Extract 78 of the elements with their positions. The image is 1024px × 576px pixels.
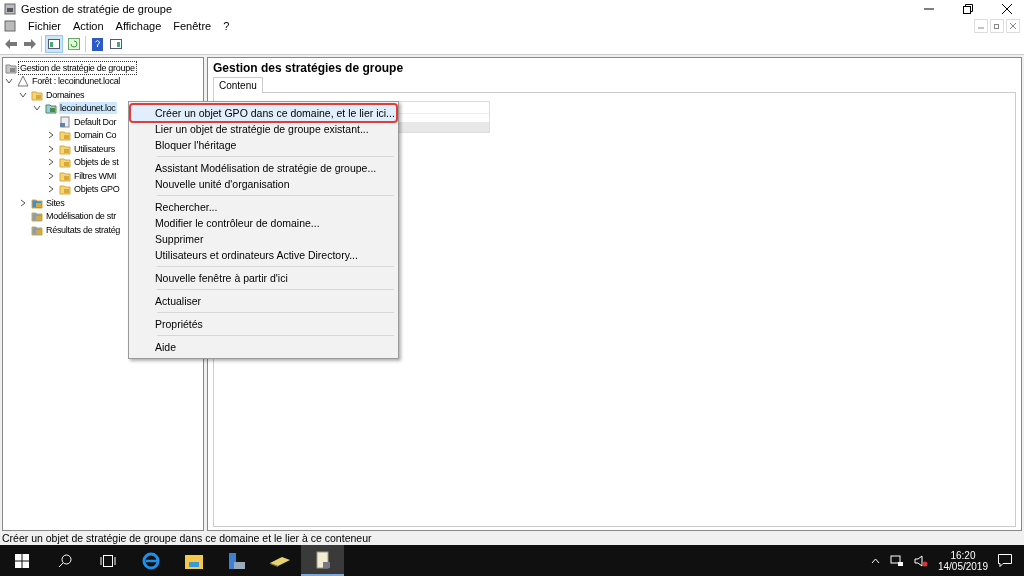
tree-item[interactable]: Domain Co xyxy=(73,129,118,142)
collapsed-chevron-icon[interactable] xyxy=(47,158,55,167)
tree-item[interactable]: Modélisation de str xyxy=(45,210,117,223)
search-icon[interactable] xyxy=(57,553,72,568)
refresh-button[interactable] xyxy=(66,36,82,52)
report-icon xyxy=(31,223,43,236)
menu-item[interactable]: Fenêtre xyxy=(173,19,212,32)
collapsed-chevron-icon[interactable] xyxy=(47,171,55,180)
restore-icon xyxy=(994,22,1000,29)
context-menu-item[interactable]: Modifier le contrôleur de domaine... xyxy=(131,215,396,231)
tab[interactable]: Contenu xyxy=(213,77,263,93)
folder-icon xyxy=(59,183,71,196)
context-menu-item[interactable]: Utilisateurs et ordinateurs Active Directory... xyxy=(131,247,396,263)
expanded-chevron-icon[interactable] xyxy=(19,90,27,99)
document-icon xyxy=(59,115,71,128)
folder-icon xyxy=(31,88,43,101)
panel-button[interactable] xyxy=(108,36,124,52)
folder-icon xyxy=(59,129,71,142)
tree-item[interactable]: Sites xyxy=(45,196,66,209)
clock-date: 14/05/2019 xyxy=(937,560,988,572)
tree-item[interactable]: Default Dor xyxy=(73,115,118,128)
notification-icon[interactable] xyxy=(998,554,1012,567)
scroll-icon[interactable] xyxy=(301,545,344,576)
folder-icon xyxy=(59,156,71,169)
restore-icon[interactable] xyxy=(963,3,973,14)
triangle-icon xyxy=(17,75,29,88)
tree-item[interactable]: Objets GPO xyxy=(73,183,121,196)
context-menu-item[interactable]: Actualiser xyxy=(131,293,396,309)
context-menu-item[interactable]: Nouvelle fenêtre à partir d'ici xyxy=(131,270,396,286)
tree-toggle-button[interactable] xyxy=(45,35,63,53)
expanded-chevron-icon[interactable] xyxy=(33,104,41,113)
collapsed-chevron-icon[interactable] xyxy=(47,144,55,153)
context-menu-item[interactable]: Rechercher... xyxy=(131,199,396,215)
collapsed-chevron-icon[interactable] xyxy=(19,198,27,207)
collapsed-chevron-icon[interactable] xyxy=(47,131,55,140)
app-icon xyxy=(4,19,16,32)
tree-item[interactable]: Gestion de stratégie de groupe xyxy=(19,61,136,74)
menu-item[interactable]: ? xyxy=(223,19,230,32)
folder-icon xyxy=(59,142,71,155)
network-icon[interactable] xyxy=(889,554,904,567)
forward-button[interactable] xyxy=(22,36,38,52)
windows-logo-icon[interactable] xyxy=(14,553,29,568)
status-text: Créer un objet de stratégie de groupe dans ce domaine et le lier à ce conteneur xyxy=(0,531,1024,545)
context-menu-item[interactable]: Lier un objet de stratégie de groupe existant... xyxy=(131,121,396,137)
menu-item[interactable]: Affichage xyxy=(115,19,162,32)
context-menu-item[interactable]: Assistant Modélisation de stratégie de groupe... xyxy=(131,160,396,176)
tree-item[interactable]: lecoindunet.loc xyxy=(59,102,117,115)
collapsed-chevron-icon[interactable] xyxy=(47,185,55,194)
pane-title: Gestion des stratégies de groupe xyxy=(213,61,405,75)
app-icon xyxy=(4,2,16,15)
help-button[interactable] xyxy=(89,36,105,52)
tree-item[interactable]: Domaines xyxy=(45,88,86,101)
clock-time: 16:20 xyxy=(950,549,976,561)
sites-icon xyxy=(31,196,43,209)
task-view-icon[interactable] xyxy=(99,554,116,567)
console-icon xyxy=(5,61,17,74)
chevron-up-icon[interactable] xyxy=(870,557,880,564)
window-title: Gestion de stratégie de groupe xyxy=(21,2,174,15)
domain-icon xyxy=(45,102,57,115)
close-icon[interactable] xyxy=(1002,3,1012,14)
expanded-chevron-icon[interactable] xyxy=(5,77,13,86)
close-icon xyxy=(1010,22,1016,29)
folder-icon xyxy=(59,169,71,182)
tree-item[interactable]: Utilisateurs xyxy=(73,142,116,155)
tree-item[interactable]: Objets de st xyxy=(73,156,120,169)
context-menu-item[interactable]: Supprimer xyxy=(131,231,396,247)
context-menu-item[interactable]: Aide xyxy=(131,339,396,355)
menu-item[interactable]: Fichier xyxy=(28,19,61,32)
context-menu-item[interactable]: Propriétés xyxy=(131,316,396,332)
report-icon xyxy=(31,210,43,223)
tree-item[interactable]: Résultats de stratég xyxy=(45,223,122,236)
context-menu-item[interactable]: Créer un objet GPO dans ce domaine, et le lier ici... xyxy=(131,105,396,121)
tree-item[interactable]: Filtres WMI xyxy=(73,169,118,182)
context-menu-item[interactable]: Nouvelle unité d'organisation xyxy=(131,176,396,192)
speaker-icon[interactable] xyxy=(913,554,928,567)
menu-item[interactable]: Action xyxy=(73,19,104,32)
context-menu-item[interactable]: Bloquer l'héritage xyxy=(131,137,396,153)
tree-item[interactable]: Forêt : lecoindunet.local xyxy=(31,75,122,88)
